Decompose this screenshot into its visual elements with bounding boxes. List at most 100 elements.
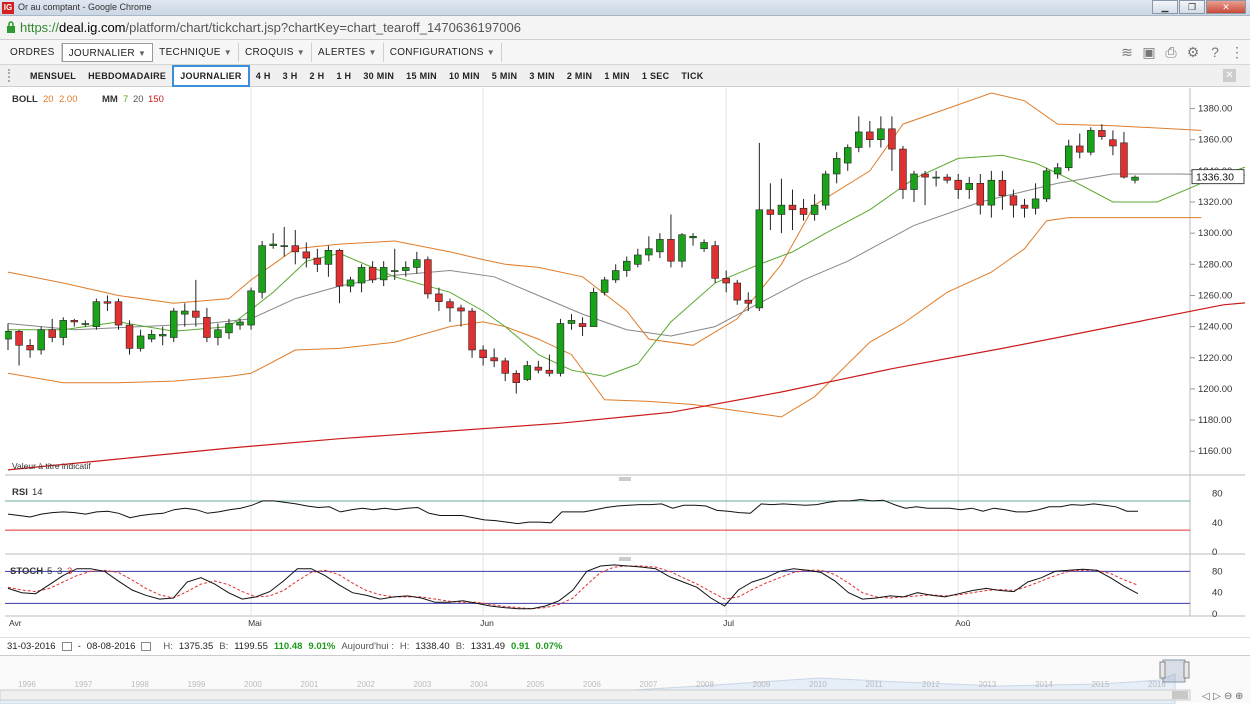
candle-body xyxy=(280,245,288,247)
more-icon[interactable]: ⋮ xyxy=(1230,44,1244,60)
mm150-line xyxy=(7,301,1250,471)
candle xyxy=(921,170,929,206)
candle-body xyxy=(346,279,355,287)
stoch-param: 3 xyxy=(57,566,62,577)
candle-body xyxy=(4,330,12,340)
candle-body xyxy=(821,173,830,206)
candle xyxy=(888,116,896,171)
menu-alertes[interactable]: ALERTES ▼ xyxy=(312,42,384,62)
layers-icon[interactable]: ≋ xyxy=(1120,44,1134,60)
arrow-right-icon[interactable]: ▷ xyxy=(1213,691,1221,702)
month-label: Jul xyxy=(723,618,734,628)
gear-icon[interactable]: ⚙ xyxy=(1186,44,1200,60)
candle-body xyxy=(844,147,852,164)
timeframe-1-h[interactable]: 1 H xyxy=(330,65,357,87)
low-label: B: xyxy=(219,641,229,652)
timeframe-4-h[interactable]: 4 H xyxy=(250,65,277,87)
candle xyxy=(125,320,134,355)
candle-body xyxy=(1053,167,1062,175)
candle-body xyxy=(855,131,863,148)
candle-body xyxy=(501,360,509,374)
calendar-icon[interactable] xyxy=(141,642,152,651)
maximize-button[interactable]: ❐ xyxy=(1179,0,1205,14)
timeframe-5-min[interactable]: 5 MIN xyxy=(486,65,524,87)
close-toolbar-icon[interactable]: ✕ xyxy=(1223,69,1236,82)
candle-body xyxy=(291,245,299,253)
candle-body xyxy=(1109,139,1117,147)
candle-body xyxy=(379,267,388,281)
print-icon[interactable]: ⎙ xyxy=(1164,44,1178,60)
candle-body xyxy=(954,179,962,190)
candle xyxy=(667,214,675,268)
chart-area[interactable]: AvrMaiJunJulAoû1380.001360.001340.001320… xyxy=(4,88,1250,638)
candle xyxy=(92,298,101,330)
timeframe-10-min[interactable]: 10 MIN xyxy=(443,65,486,87)
navigator-strip[interactable]: 1996 1997 1998 1999 2000 2001 2002 2003 2004 2005… xyxy=(0,656,1250,705)
candle-body xyxy=(556,323,565,374)
today-change-pct: 0.07% xyxy=(535,641,563,652)
candle xyxy=(689,233,697,246)
candle xyxy=(170,307,178,343)
timeframe-2-min[interactable]: 2 MIN xyxy=(561,65,599,87)
minimize-button[interactable]: ▁ xyxy=(1152,0,1178,14)
zoom-in-icon[interactable]: ⊕ xyxy=(1235,691,1243,702)
main-menu: ORDRES JOURNALIER ▼ TECHNIQUE ▼ CROQUIS ▼ ALERT… xyxy=(0,40,1250,65)
timeframe-3-min[interactable]: 3 MIN xyxy=(523,65,561,87)
period-change-pct: 9.01% xyxy=(308,641,336,652)
timeframe-journalier[interactable]: JOURNALIER xyxy=(172,65,250,87)
image-icon[interactable]: ▣ xyxy=(1142,44,1156,60)
timeframe-2-h[interactable]: 2 H xyxy=(304,65,331,87)
candle-body xyxy=(335,249,344,287)
candle-body xyxy=(1076,145,1084,153)
candle-body xyxy=(26,344,34,351)
candle-body xyxy=(236,321,244,326)
candle-body xyxy=(943,176,951,181)
candle xyxy=(1131,175,1139,184)
timeframe-30-min[interactable]: 30 MIN xyxy=(357,65,400,87)
menu-croquis[interactable]: CROQUIS ▼ xyxy=(239,42,312,62)
menu-technique[interactable]: TECHNIQUE ▼ xyxy=(153,42,239,62)
candle-body xyxy=(313,257,322,265)
price-chart[interactable]: AvrMaiJunJulAoû1380.001360.001340.001320… xyxy=(4,88,1250,638)
candle-body xyxy=(390,270,399,272)
arrow-left-icon[interactable]: ◁ xyxy=(1202,691,1210,702)
zoom-out-icon[interactable]: ⊖ xyxy=(1224,691,1232,702)
candle xyxy=(457,304,465,327)
candle xyxy=(810,194,819,221)
candle-body xyxy=(921,173,929,178)
candle xyxy=(1120,131,1128,179)
candle-body xyxy=(368,267,377,281)
candle-body xyxy=(170,310,178,338)
close-window-button[interactable]: ✕ xyxy=(1206,0,1246,14)
candle-body xyxy=(766,209,775,215)
address-bar[interactable]: https://deal.ig.com/platform/chart/tickc… xyxy=(0,16,1250,40)
grip-handle[interactable] xyxy=(8,69,14,82)
menu-journalier[interactable]: JOURNALIER ▼ xyxy=(61,42,154,62)
timeframe-1-sec[interactable]: 1 SEC xyxy=(636,65,676,87)
menu-ordres[interactable]: ORDRES xyxy=(4,42,62,62)
date-from[interactable]: 31-03-2016 xyxy=(7,641,56,652)
timeframe-3-h[interactable]: 3 H xyxy=(277,65,304,87)
candle xyxy=(777,178,786,234)
stoch-tick-label: 40 xyxy=(1212,588,1223,599)
date-to[interactable]: 08-08-2016 xyxy=(87,641,136,652)
help-icon[interactable]: ? xyxy=(1208,44,1222,60)
timeframe-mensuel[interactable]: MENSUEL xyxy=(24,65,82,87)
candle xyxy=(611,264,620,283)
candle-body xyxy=(700,242,708,250)
candle xyxy=(291,230,299,265)
timeframe-tick[interactable]: TICK xyxy=(675,65,709,87)
candle-body xyxy=(545,369,554,374)
candle xyxy=(523,360,532,382)
timeframe-hebdomadaire[interactable]: HEBDOMADAIRE xyxy=(82,65,172,87)
candle xyxy=(280,226,288,257)
calendar-icon[interactable] xyxy=(61,642,72,651)
candle xyxy=(866,121,874,148)
timeframe-15-min[interactable]: 15 MIN xyxy=(400,65,443,87)
candle xyxy=(379,261,388,287)
time-navigator[interactable]: 1996 1997 1998 1999 2000 2001 2002 2003 2004 2005… xyxy=(0,655,1250,705)
timeframe-1-min[interactable]: 1 MIN xyxy=(598,65,636,87)
menu-configurations[interactable]: CONFIGURATIONS ▼ xyxy=(384,42,502,62)
candle xyxy=(490,348,498,368)
low-value: 1199.55 xyxy=(234,641,268,652)
